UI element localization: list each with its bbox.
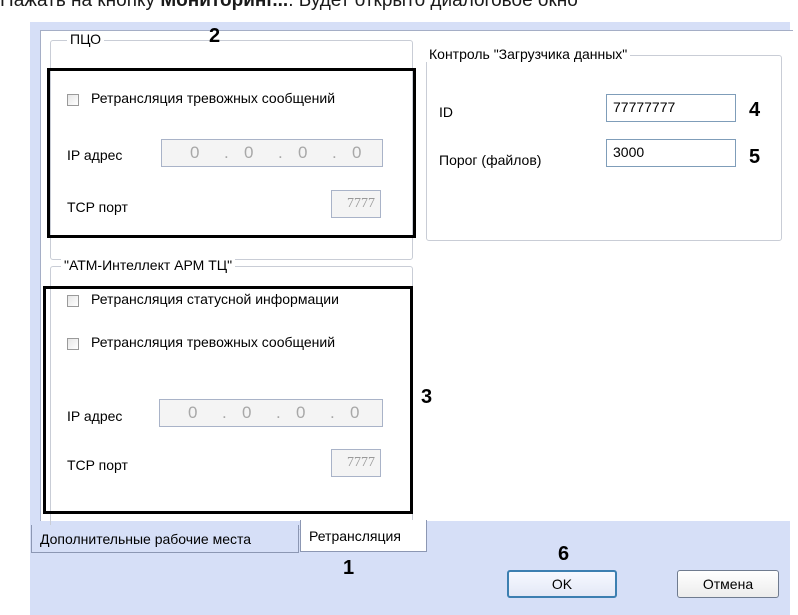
pco-ip-input[interactable]: 0 . 0 . 0 . 0 [161,139,383,167]
caption-prefix: Нажать на кнопку [0,0,161,11]
marker-2: 2 [209,25,221,47]
atm-ip-dot: . [276,403,281,422]
atm-ip-label: IP адрес [67,408,123,424]
atm-relay-status-label: Ретрансляция статусной информации [91,291,339,307]
atm-group-legend: "АТМ-Интеллект АРМ ТЦ" [61,257,236,273]
cancel-button[interactable]: Отмена [677,570,779,598]
atm-ip-dot: . [222,403,227,422]
pco-ip-octet: 0 [190,143,200,162]
loader-id-label: ID [439,104,453,120]
pco-group-legend: ПЦО [67,31,105,47]
pco-ip-octet: 0 [352,143,362,162]
pco-tcp-port-input[interactable]: 7777 [331,190,381,218]
pco-ip-octet: 0 [244,143,254,162]
dialog-window: ПЦО 2 Ретрансляция тревожных сообщений I… [30,22,793,615]
atm-ip-octet: 0 [188,403,198,422]
marker-3: 3 [421,386,433,408]
pco-ip-dot: . [224,143,229,162]
marker-1: 1 [343,557,355,579]
marker-5: 5 [749,146,761,168]
top-caption: Нажать на кнопку Мониторинг.... Будет от… [0,0,798,14]
marker-4: 4 [749,99,761,121]
pco-relay-alarm-checkbox[interactable] [67,94,79,106]
atm-tcp-label: TCP порт [67,457,128,473]
pco-tcp-label: TCP порт [67,199,128,215]
caption-suffix: . Будет открыто диалоговое окно [288,0,578,11]
tab-panel-relay: ПЦО 2 Ретрансляция тревожных сообщений I… [40,25,793,530]
atm-relay-alarm-label: Ретрансляция тревожных сообщений [91,334,336,350]
loader-threshold-input[interactable]: 3000 [606,139,736,167]
atm-ip-dot: . [330,403,335,422]
atm-relay-alarm-checkbox[interactable] [67,338,79,350]
atm-ip-octet: 0 [296,403,306,422]
pco-relay-alarm-label: Ретрансляция тревожных сообщений [91,90,336,106]
tab-relay[interactable]: Ретрансляция [300,520,427,552]
atm-tcp-port-input[interactable]: 7777 [331,449,381,477]
loader-id-input[interactable]: 77777777 [606,94,736,122]
caption-bold: Мониторинг... [160,0,289,11]
pco-ip-label: IP адрес [67,147,123,163]
tab-additional-workplaces[interactable]: Дополнительные рабочие места [31,525,299,553]
atm-relay-status-checkbox[interactable] [67,295,79,307]
atm-ip-octet: 0 [350,403,360,422]
pco-ip-octet: 0 [298,143,308,162]
marker-6: 6 [558,543,570,565]
loader-threshold-label: Порог (файлов) [439,152,542,168]
pco-ip-dot: . [332,143,337,162]
atm-ip-input[interactable]: 0 . 0 . 0 . 0 [159,399,383,427]
pco-ip-dot: . [278,143,283,162]
ok-button[interactable]: OK [507,570,617,598]
atm-ip-octet: 0 [242,403,252,422]
loader-group-legend: Контроль "Загрузчика данных" [426,46,631,62]
